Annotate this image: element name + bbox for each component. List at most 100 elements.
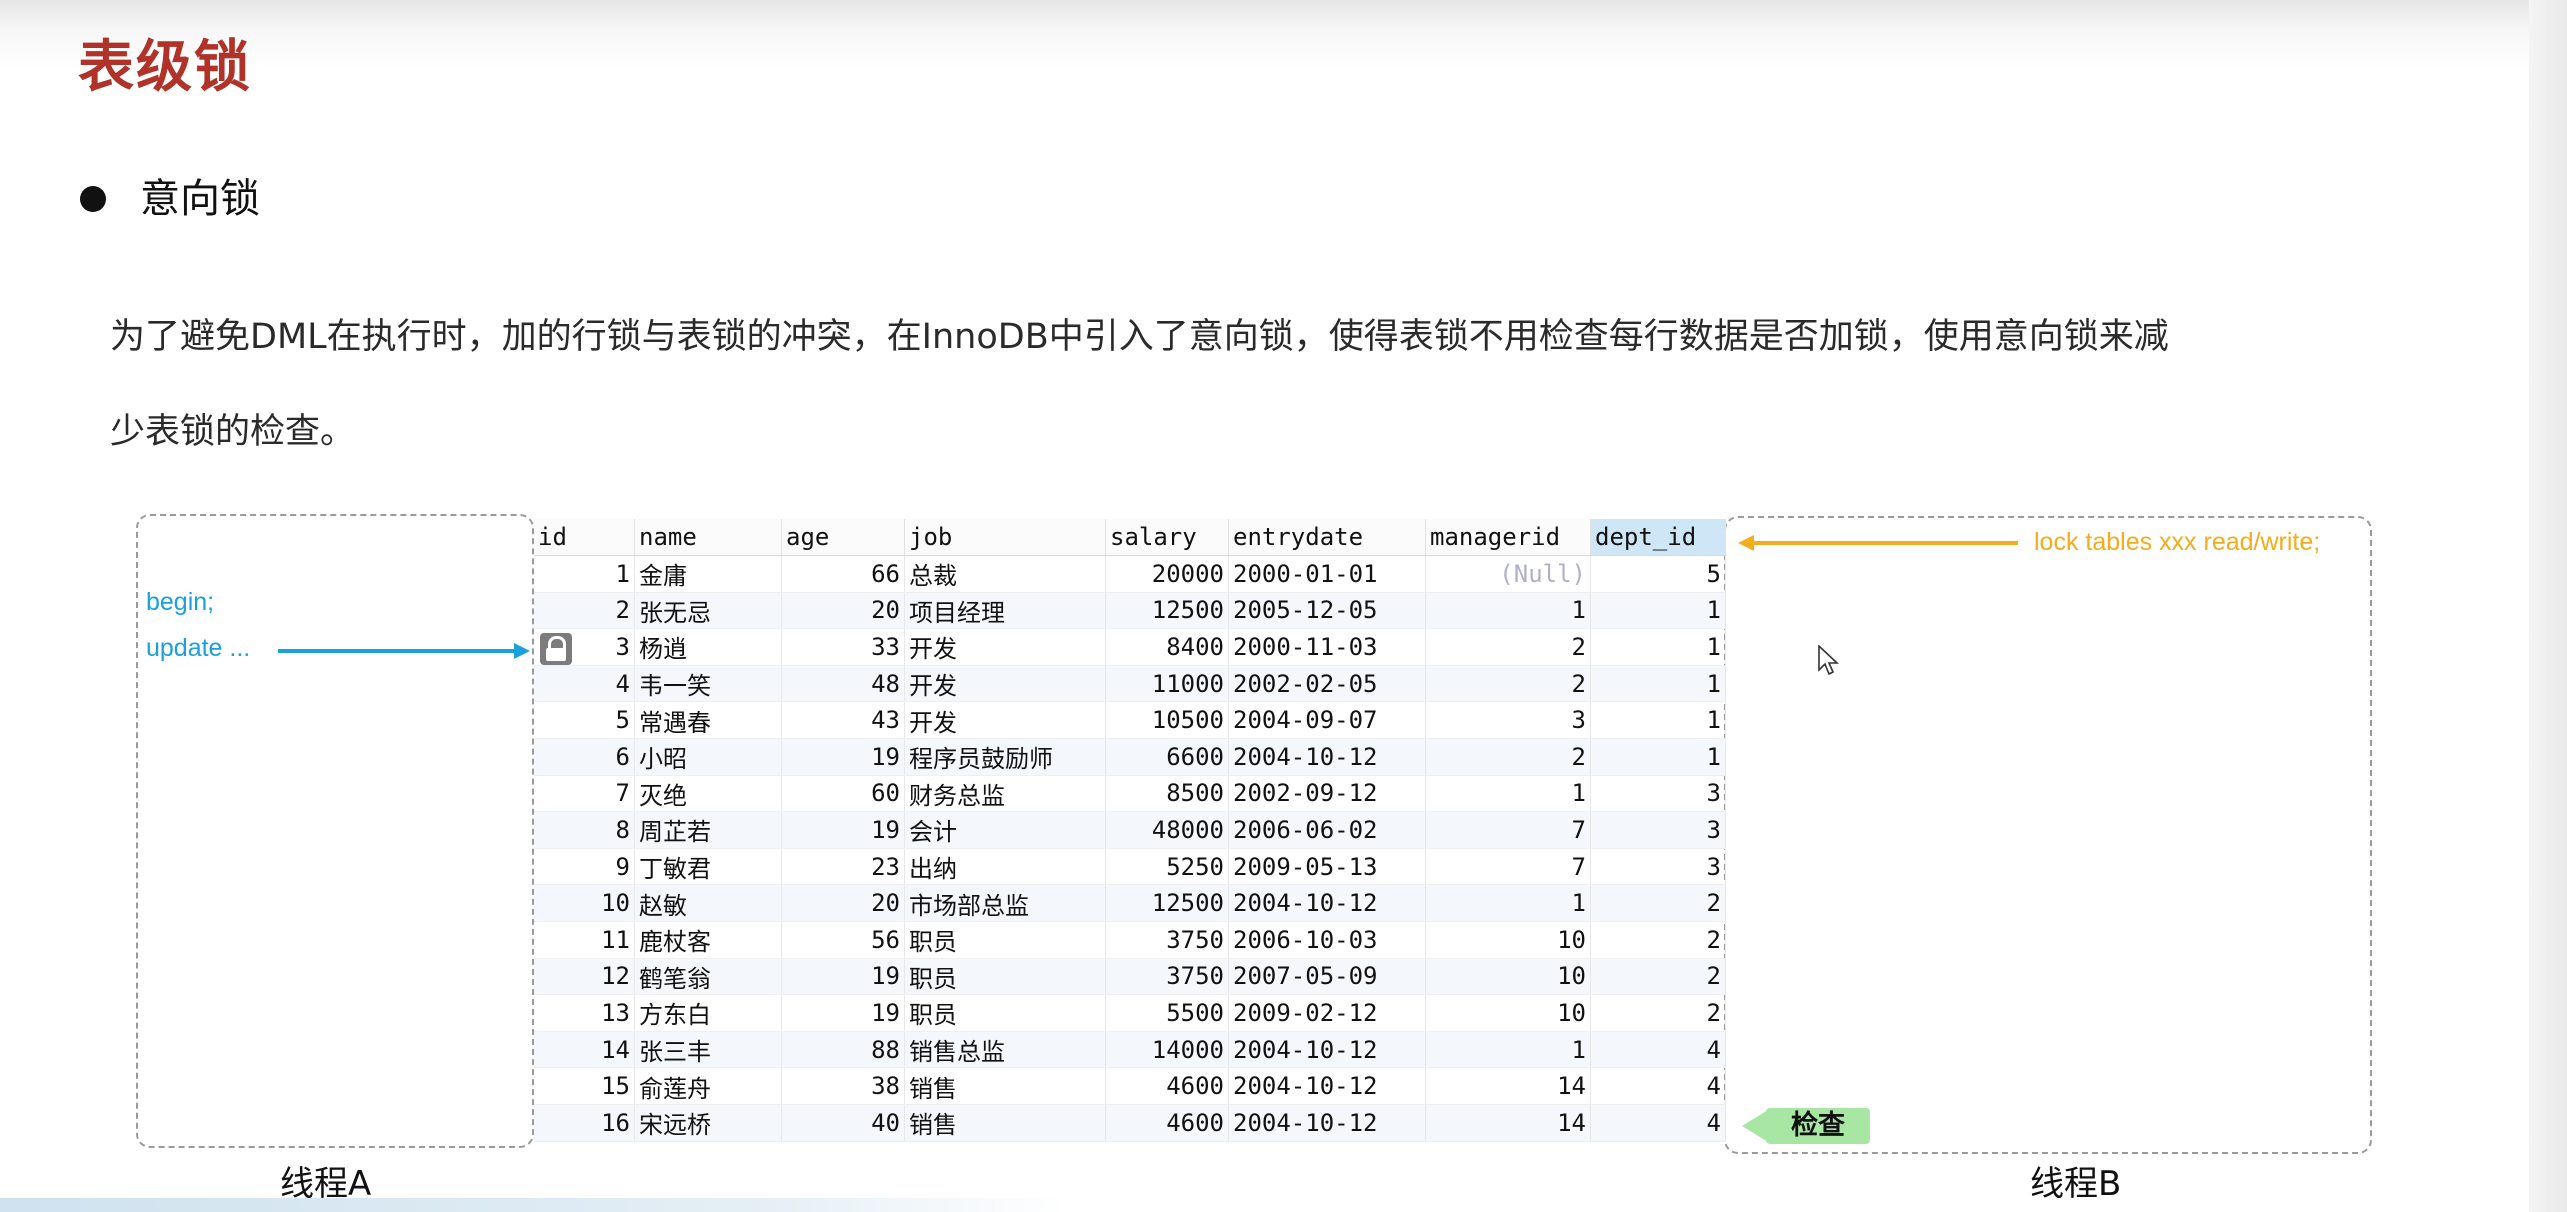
col-header-id[interactable]: id: [534, 519, 635, 556]
cell-id[interactable]: 16: [534, 1104, 635, 1142]
cell-age[interactable]: 88: [781, 1031, 905, 1069]
table-row[interactable]: 10 赵敏 20 市场部总监 12500 2004-10-12 1 2: [534, 884, 1726, 922]
cell-id[interactable]: 12: [534, 958, 635, 996]
cell-job[interactable]: 职员: [904, 958, 1106, 996]
cell-dept-id[interactable]: 2: [1590, 994, 1726, 1032]
cell-job[interactable]: 开发: [904, 628, 1106, 666]
cell-entrydate[interactable]: 2000-11-03: [1228, 628, 1426, 666]
cell-entrydate[interactable]: 2004-10-12: [1228, 1031, 1426, 1069]
cell-dept-id[interactable]: 4: [1590, 1031, 1726, 1069]
cell-age[interactable]: 66: [781, 555, 905, 593]
cell-name[interactable]: 鹤笔翁: [634, 958, 782, 996]
cell-name[interactable]: 常遇春: [634, 701, 782, 739]
cell-salary[interactable]: 12500: [1105, 592, 1229, 630]
cell-name[interactable]: 杨逍: [634, 628, 782, 666]
cell-managerid[interactable]: 3: [1425, 701, 1591, 739]
table-row[interactable]: 8 周芷若 19 会计 48000 2006-06-02 7 3: [534, 811, 1726, 849]
col-header-name[interactable]: name: [634, 519, 782, 556]
cell-age[interactable]: 19: [781, 958, 905, 996]
cell-salary[interactable]: 10500: [1105, 701, 1229, 739]
table-row[interactable]: 12 鹤笔翁 19 职员 3750 2007-05-09 10 2: [534, 958, 1726, 996]
cell-id[interactable]: 14: [534, 1031, 635, 1069]
cell-managerid[interactable]: 10: [1425, 921, 1591, 959]
table-row[interactable]: 7 灭绝 60 财务总监 8500 2002-09-12 1 3: [534, 775, 1726, 813]
cell-job[interactable]: 开发: [904, 665, 1106, 703]
table-row[interactable]: 14 张三丰 88 销售总监 14000 2004-10-12 1 4: [534, 1031, 1726, 1069]
cell-age[interactable]: 19: [781, 811, 905, 849]
cell-age[interactable]: 19: [781, 738, 905, 776]
cell-job[interactable]: 财务总监: [904, 775, 1106, 813]
cell-salary[interactable]: 48000: [1105, 811, 1229, 849]
cell-dept-id[interactable]: 1: [1590, 592, 1726, 630]
cell-entrydate[interactable]: 2004-09-07: [1228, 701, 1426, 739]
cell-age[interactable]: 56: [781, 921, 905, 959]
cell-salary[interactable]: 5500: [1105, 994, 1229, 1032]
cell-dept-id[interactable]: 4: [1590, 1067, 1726, 1105]
cell-id[interactable]: 5: [534, 701, 635, 739]
table-row[interactable]: 9 丁敏君 23 出纳 5250 2009-05-13 7 3: [534, 848, 1726, 886]
cell-name[interactable]: 俞莲舟: [634, 1067, 782, 1105]
cell-age[interactable]: 60: [781, 775, 905, 813]
cell-job[interactable]: 总裁: [904, 555, 1106, 593]
cell-salary[interactable]: 5250: [1105, 848, 1229, 886]
table-row[interactable]: 4 韦一笑 48 开发 11000 2002-02-05 2 1: [534, 665, 1726, 703]
table-row[interactable]: 6 小昭 19 程序员鼓励师 6600 2004-10-12 2 1: [534, 738, 1726, 776]
cell-dept-id[interactable]: 2: [1590, 884, 1726, 922]
table-row[interactable]: 1 金庸 66 总裁 20000 2000-01-01 (Null) 5: [534, 555, 1726, 593]
cell-salary[interactable]: 4600: [1105, 1067, 1229, 1105]
cell-age[interactable]: 43: [781, 701, 905, 739]
cell-job[interactable]: 程序员鼓励师: [904, 738, 1106, 776]
cell-dept-id[interactable]: 3: [1590, 775, 1726, 813]
cell-dept-id[interactable]: 3: [1590, 848, 1726, 886]
cell-id[interactable]: 7: [534, 775, 635, 813]
cell-salary[interactable]: 3750: [1105, 958, 1229, 996]
table-row[interactable]: 13 方东白 19 职员 5500 2009-02-12 10 2: [534, 994, 1726, 1032]
cell-entrydate[interactable]: 2006-06-02: [1228, 811, 1426, 849]
col-header-managerid[interactable]: managerid: [1425, 519, 1591, 556]
cell-managerid[interactable]: 10: [1425, 958, 1591, 996]
cell-name[interactable]: 宋远桥: [634, 1104, 782, 1142]
cell-id[interactable]: 6: [534, 738, 635, 776]
cell-managerid[interactable]: 10: [1425, 994, 1591, 1032]
cell-salary[interactable]: 8400: [1105, 628, 1229, 666]
cell-entrydate[interactable]: 2007-05-09: [1228, 958, 1426, 996]
cell-id[interactable]: 2: [534, 592, 635, 630]
cell-name[interactable]: 韦一笑: [634, 665, 782, 703]
cell-name[interactable]: 方东白: [634, 994, 782, 1032]
cell-salary[interactable]: 3750: [1105, 921, 1229, 959]
cell-entrydate[interactable]: 2006-10-03: [1228, 921, 1426, 959]
cell-id[interactable]: 15: [534, 1067, 635, 1105]
col-header-salary[interactable]: salary: [1105, 519, 1229, 556]
cell-managerid[interactable]: 2: [1425, 665, 1591, 703]
cell-managerid[interactable]: 1: [1425, 592, 1591, 630]
cell-managerid[interactable]: 14: [1425, 1067, 1591, 1105]
cell-age[interactable]: 38: [781, 1067, 905, 1105]
cell-job[interactable]: 出纳: [904, 848, 1106, 886]
cell-salary[interactable]: 12500: [1105, 884, 1229, 922]
cell-age[interactable]: 20: [781, 884, 905, 922]
cell-entrydate[interactable]: 2009-05-13: [1228, 848, 1426, 886]
col-header-age[interactable]: age: [781, 519, 905, 556]
cell-age[interactable]: 48: [781, 665, 905, 703]
cell-id[interactable]: 9: [534, 848, 635, 886]
cell-name[interactable]: 鹿杖客: [634, 921, 782, 959]
cell-dept-id[interactable]: 4: [1590, 1104, 1726, 1142]
cell-managerid[interactable]: 1: [1425, 884, 1591, 922]
cell-dept-id[interactable]: 5: [1590, 555, 1726, 593]
cell-id[interactable]: 4: [534, 665, 635, 703]
cell-id[interactable]: 13: [534, 994, 635, 1032]
cell-job[interactable]: 销售: [904, 1104, 1106, 1142]
cell-job[interactable]: 职员: [904, 994, 1106, 1032]
cell-job[interactable]: 职员: [904, 921, 1106, 959]
cell-managerid[interactable]: 7: [1425, 811, 1591, 849]
table-row[interactable]: 3 杨逍 33 开发 8400 2000-11-03 2 1: [534, 628, 1726, 666]
cell-name[interactable]: 灭绝: [634, 775, 782, 813]
cell-salary[interactable]: 4600: [1105, 1104, 1229, 1142]
cell-salary[interactable]: 14000: [1105, 1031, 1229, 1069]
cell-entrydate[interactable]: 2002-02-05: [1228, 665, 1426, 703]
cell-entrydate[interactable]: 2004-10-12: [1228, 1104, 1426, 1142]
cell-name[interactable]: 张三丰: [634, 1031, 782, 1069]
cell-entrydate[interactable]: 2004-10-12: [1228, 1067, 1426, 1105]
cell-age[interactable]: 40: [781, 1104, 905, 1142]
cell-job[interactable]: 销售: [904, 1067, 1106, 1105]
